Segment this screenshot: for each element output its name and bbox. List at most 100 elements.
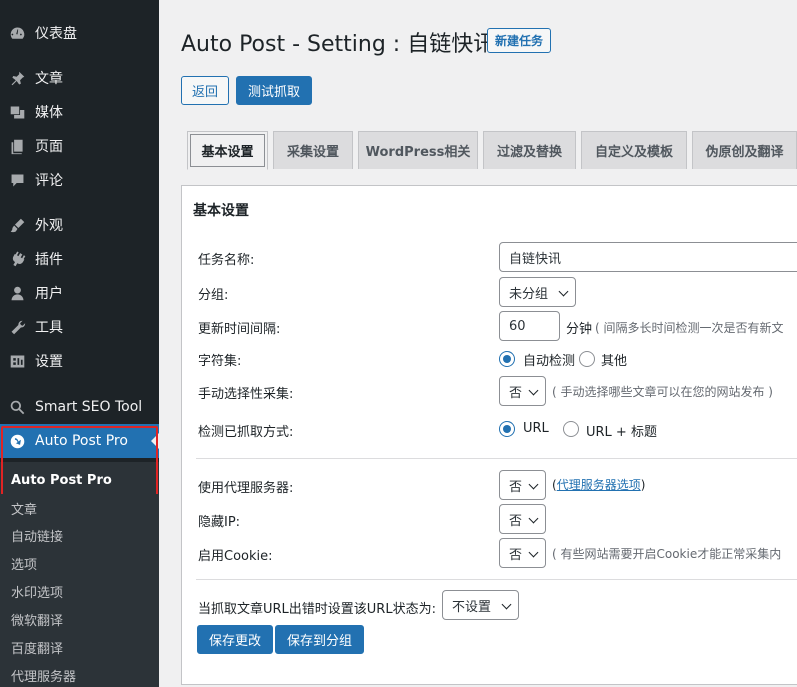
menu-plugins-label: 插件 [35,252,63,268]
dashboard-icon [8,24,26,42]
error-status-select[interactable]: 不设置 [442,590,519,620]
interval-hint: ( 间隔多长时间检测一次是否有新文 [595,321,784,335]
save-changes-button[interactable]: 保存更改 [197,625,274,654]
interval-input[interactable]: 60 [499,311,560,341]
group-select[interactable]: 未分组 [499,277,576,307]
proxy-label: 使用代理服务器: [198,481,294,496]
cookie-hint: ( 有些网站需要开启Cookie才能正常采集内 [552,547,782,561]
menu-posts-label: 文章 [35,71,63,87]
chevron-down-icon [528,547,539,558]
manual-collect-select[interactable]: 否 [499,376,546,406]
submenu-item-posts[interactable]: 文章 [0,494,159,522]
cookie-select[interactable]: 否 [499,538,546,568]
submenu-item-baidu-translate[interactable]: 百度翻译 [0,633,159,661]
tab-collect-settings[interactable]: 采集设置 [273,131,353,169]
pin-icon [8,69,26,87]
submenu-item-microsoft-translate[interactable]: 微软翻译 [0,605,159,633]
chevron-down-icon [528,513,539,524]
menu-posts[interactable]: 文章 [0,61,159,95]
menu-pages[interactable]: 页面 [0,129,159,163]
plugin-icon [8,250,26,268]
submenu-auto-post-pro[interactable]: Auto Post Pro [0,462,159,498]
page-icon [8,137,26,155]
proxy-select-value: 否 [509,479,523,495]
charset-auto-label: 自动检测 [523,354,576,369]
menu-plugins[interactable]: 插件 [0,242,159,276]
detect-url-label: URL [523,421,549,436]
submenu-item-watermark[interactable]: 水印选项 [0,577,159,605]
chevron-down-icon [528,479,539,490]
page-title: Auto Post - Setting : 自链快讯 [181,32,496,57]
test-fetch-button[interactable]: 测试抓取 [236,76,313,105]
divider [196,458,797,459]
cookie-value: 否 [509,547,523,563]
group-select-value: 未分组 [509,286,549,302]
submenu-item-proxy[interactable]: 代理服务器 [0,661,159,687]
chevron-down-icon [558,286,569,297]
menu-auto-post-pro-label: Auto Post Pro [35,433,128,449]
menu-settings[interactable]: 设置 [0,344,159,378]
proxy-options-hint: (代理服务器选项) [552,476,645,493]
menu-tools-label: 工具 [35,320,63,336]
tab-filter-replace[interactable]: 过滤及替换 [483,131,576,169]
error-status-value: 不设置 [452,599,492,615]
hide-ip-label: 隐藏IP: [198,515,241,530]
basic-settings-panel: 基本设置 任务名称: 自链快讯 分组: 未分组 更新时间间隔: 60 分钟 ( … [181,185,797,685]
back-button[interactable]: 返回 [181,76,230,105]
new-task-button[interactable]: 新建任务 [487,28,552,53]
task-name-input[interactable]: 自链快讯 [499,242,797,272]
detect-method-label: 检测已抓取方式: [198,425,294,440]
comment-icon [8,171,26,189]
manual-collect-value: 否 [509,385,523,401]
hide-ip-value: 否 [509,513,523,529]
menu-settings-label: 设置 [35,354,63,370]
detect-url-title-label: URL + 标题 [586,425,657,440]
seo-icon [8,398,26,416]
proxy-select[interactable]: 否 [499,470,546,500]
menu-users-label: 用户 [35,286,63,302]
charset-auto-radio[interactable] [499,351,515,367]
tab-rewrite-translate[interactable]: 伪原创及翻译 [692,131,797,169]
wrench-icon [8,318,26,336]
save-to-group-button[interactable]: 保存到分组 [275,625,365,654]
proxy-options-link[interactable]: 代理服务器选项 [557,478,641,492]
manual-collect-label: 手动选择性采集: [198,387,294,402]
menu-tools[interactable]: 工具 [0,310,159,344]
chevron-down-icon [501,599,512,610]
settings-icon [8,352,26,370]
hide-ip-select[interactable]: 否 [499,504,546,534]
charset-other-label: 其他 [601,354,628,369]
admin-sidebar: 仪表盘 文章 媒体 页面 评论 外观 插件 用户 工具 设置 Smart SEO… [0,0,159,687]
menu-appearance-label: 外观 [35,218,63,234]
detect-url-radio[interactable] [499,421,515,437]
manual-collect-hint: ( 手动选择哪些文章可以在您的网站发布 ) [552,385,773,399]
chevron-down-icon [528,385,539,396]
menu-dashboard-label: 仪表盘 [35,26,77,42]
task-name-label: 任务名称: [198,253,255,268]
current-menu-arrow [151,433,159,449]
menu-appearance[interactable]: 外观 [0,208,159,242]
submenu-item-options[interactable]: 选项 [0,549,159,577]
submenu-item-auto-link[interactable]: 自动链接 [0,521,159,549]
menu-comments-label: 评论 [35,173,63,189]
charset-other-radio[interactable] [579,351,595,367]
tab-wordpress[interactable]: WordPress相关 [358,131,478,169]
interval-unit: 分钟 [566,322,593,337]
cookie-label: 启用Cookie: [198,549,273,564]
user-icon [8,284,26,302]
menu-users[interactable]: 用户 [0,276,159,310]
tab-custom-template[interactable]: 自定义及模板 [581,131,687,169]
auto-post-icon [8,432,26,450]
menu-media-label: 媒体 [35,105,63,121]
menu-media[interactable]: 媒体 [0,95,159,129]
menu-comments[interactable]: 评论 [0,163,159,197]
main-content: Auto Post - Setting : 自链快讯 新建任务 返回 测试抓取 … [159,0,797,687]
menu-dashboard[interactable]: 仪表盘 [0,16,159,50]
detect-url-title-radio[interactable] [563,421,579,437]
group-label: 分组: [198,288,229,303]
menu-auto-post-pro[interactable]: Auto Post Pro [0,424,159,458]
tab-basic-settings[interactable]: 基本设置 [187,131,268,170]
menu-pages-label: 页面 [35,139,63,155]
media-icon [8,103,26,121]
menu-smart-seo-tool[interactable]: Smart SEO Tool [0,390,159,424]
